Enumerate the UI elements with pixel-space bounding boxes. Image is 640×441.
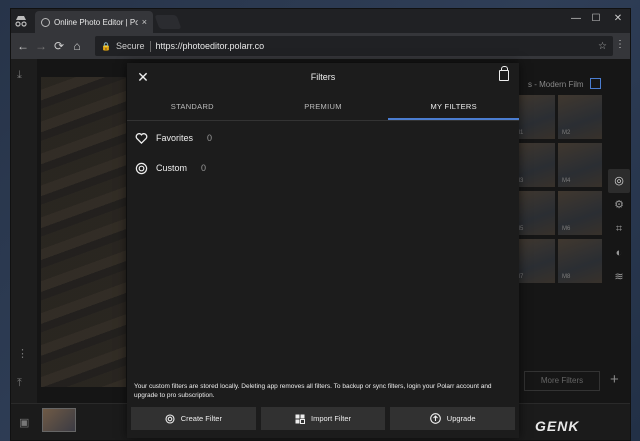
tab-premium[interactable]: PREMIUM <box>258 93 389 120</box>
shop-bag-icon[interactable] <box>499 66 509 81</box>
filters-tool-icon[interactable]: ◎ <box>608 169 630 193</box>
import-filter-button[interactable]: Import Filter <box>260 407 386 430</box>
tab-title: Online Photo Editor | Pola <box>54 17 138 27</box>
minimize-button[interactable]: — <box>566 13 586 24</box>
left-rail: ⤓ ⋮ ⤒ <box>11 59 37 440</box>
forward-button[interactable]: → <box>33 38 49 54</box>
grid-view-icon[interactable] <box>590 78 601 89</box>
tab-close-icon[interactable]: × <box>142 17 147 27</box>
favorites-row[interactable]: Favorites 0 <box>135 130 212 146</box>
photo-thumbnail[interactable] <box>42 408 76 432</box>
browser-toolbar: ← → ⟳ ⌂ 🔒 Secure https://photoeditor.pol… <box>11 33 630 59</box>
custom-row[interactable]: Custom 0 <box>135 160 206 176</box>
address-separator <box>149 40 151 52</box>
lock-icon: 🔒 <box>101 41 111 51</box>
modal-actions: Create Filter Import Filter Upgrade <box>131 407 516 430</box>
create-filter-icon <box>165 413 175 424</box>
bookmark-star-icon[interactable]: ☆ <box>598 41 607 52</box>
favorites-count: 0 <box>207 133 213 143</box>
image-icon[interactable]: ▣ <box>19 416 29 429</box>
more-filters-button[interactable]: More Filters <box>524 371 600 391</box>
custom-count: 0 <box>201 163 207 173</box>
browser-tab[interactable]: Online Photo Editor | Pola × <box>35 11 153 33</box>
polarr-favicon-icon <box>41 17 50 27</box>
modal-header: ✕ Filters <box>127 63 519 93</box>
upgrade-button[interactable]: Upgrade <box>390 407 516 430</box>
browser-menu-icon[interactable]: ⋮ <box>615 39 625 50</box>
genk-watermark: GENK <box>535 418 580 434</box>
add-filter-icon[interactable]: + <box>610 371 619 388</box>
home-button[interactable]: ⌂ <box>69 38 85 54</box>
retouch-tool-icon[interactable]: ◐ <box>608 241 630 265</box>
address-bar[interactable]: 🔒 Secure https://photoeditor.polarr.co ☆ <box>95 36 613 56</box>
filters-side-panel: s - Modern Film M1 M2 M3 M4 M5 M6 M7 M8 … <box>511 59 630 403</box>
favorites-label: Favorites <box>156 133 194 143</box>
download-icon[interactable]: ⤓ <box>17 69 22 82</box>
more-options-icon[interactable]: ⋮ <box>17 347 28 360</box>
filter-thumb[interactable]: M8 <box>558 239 602 283</box>
storage-notice: Your custom filters are stored locally. … <box>134 383 492 399</box>
upload-icon[interactable]: ⤒ <box>17 377 22 390</box>
custom-label: Custom <box>156 163 188 173</box>
tab-strip: Online Photo Editor | Pola × — ☐ ✕ <box>11 9 630 33</box>
adjust-tool-icon[interactable]: ⚙ <box>608 193 630 217</box>
close-window-button[interactable]: ✕ <box>608 13 628 24</box>
filter-thumb[interactable]: M2 <box>558 95 602 139</box>
upgrade-arrow-icon <box>429 413 441 424</box>
custom-filter-icon <box>135 162 148 174</box>
back-button[interactable]: ← <box>15 38 31 54</box>
reload-button[interactable]: ⟳ <box>51 38 67 54</box>
filter-pack-title: s - Modern Film <box>528 80 584 89</box>
new-tab-button[interactable] <box>154 15 182 29</box>
photo-canvas[interactable] <box>41 77 126 387</box>
crop-tool-icon[interactable]: ⌗ <box>608 217 630 241</box>
layers-tool-icon[interactable]: ≋ <box>608 265 630 289</box>
import-filter-icon <box>295 414 305 424</box>
incognito-icon <box>15 16 27 27</box>
url-text[interactable]: https://photoeditor.polarr.co <box>156 41 594 51</box>
filter-thumb[interactable]: M4 <box>558 143 602 187</box>
modal-title: Filters <box>310 72 336 82</box>
tab-my-filters[interactable]: MY FILTERS <box>388 93 520 120</box>
filter-tabs: STANDARD PREMIUM MY FILTERS <box>127 93 520 121</box>
create-filter-label: Create Filter <box>180 414 222 423</box>
filter-thumb[interactable]: M6 <box>558 191 602 235</box>
maximize-button[interactable]: ☐ <box>586 13 606 24</box>
import-filter-label: Import Filter <box>311 414 352 423</box>
browser-window: Online Photo Editor | Pola × — ☐ ✕ ← → ⟳… <box>10 8 631 441</box>
create-filter-button[interactable]: Create Filter <box>131 407 256 430</box>
polarr-app: ⤓ ⋮ ⤒ s - Modern Film M1 M2 M3 M4 M5 M6 … <box>11 59 630 440</box>
tool-column: ◎ ⚙ ⌗ ◐ ≋ <box>608 169 630 289</box>
heart-icon <box>135 132 148 144</box>
secure-label: Secure <box>115 41 145 51</box>
upgrade-label: Upgrade <box>446 414 476 423</box>
tab-standard[interactable]: STANDARD <box>127 93 258 120</box>
filters-modal: ✕ Filters STANDARD PREMIUM MY FILTERS Fa… <box>127 63 520 438</box>
